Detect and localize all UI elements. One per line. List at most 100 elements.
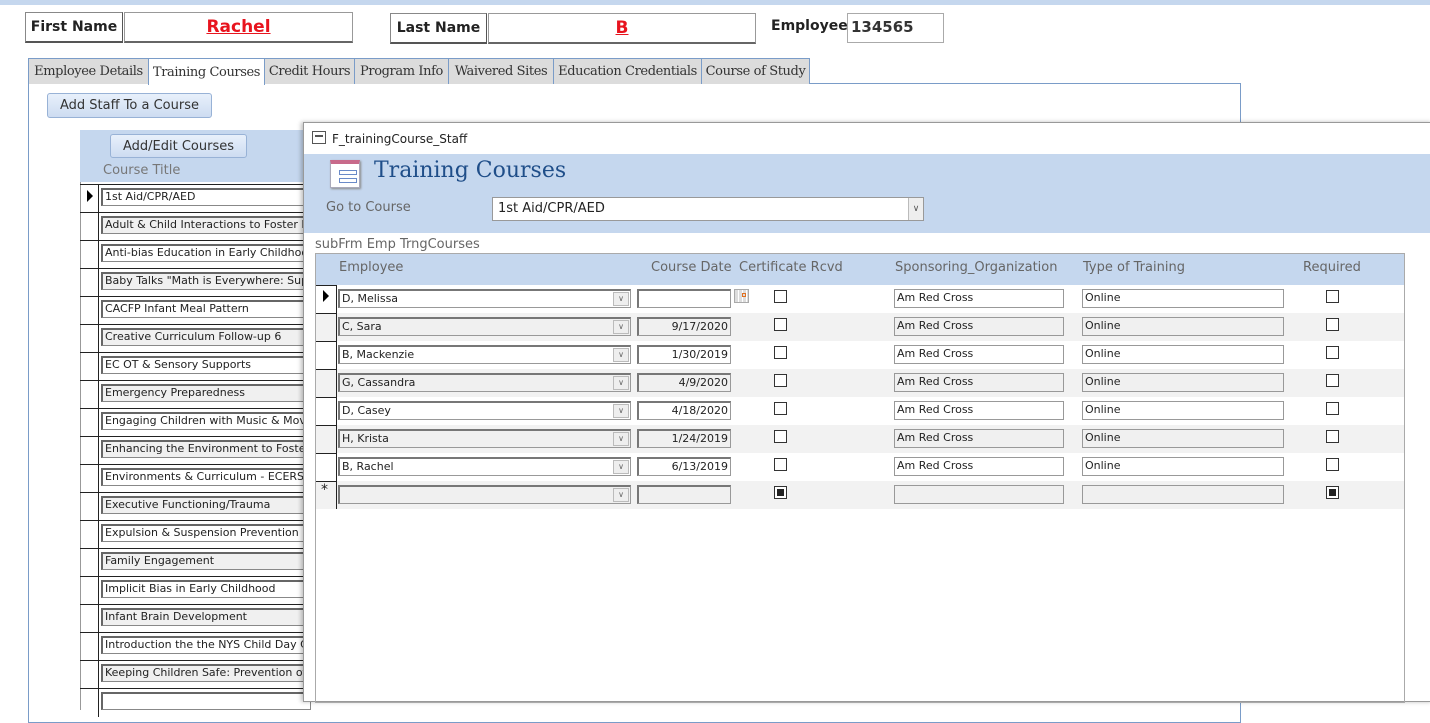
record-selector[interactable] [316,425,337,453]
table-row[interactable]: C, Sara ∨ 9/17/2020 Am Red Cross Online [316,313,1404,341]
employee-id-field[interactable]: 134565 [847,13,944,43]
course-title-field[interactable]: Baby Talks "Math is Everywhere: Supporti… [101,272,311,290]
record-selector[interactable]: * [316,481,337,509]
sponsoring-organization-field[interactable]: Am Red Cross [894,289,1064,308]
chevron-down-icon[interactable]: ∨ [613,320,629,334]
record-selector[interactable] [80,213,99,241]
employee-combo[interactable]: B, Mackenzie ∨ [338,345,631,364]
course-row[interactable]: Engaging Children with Music & Movement [80,408,311,437]
record-selector[interactable] [80,549,99,577]
tab-credit-hours[interactable]: Credit Hours [264,58,355,84]
tab-education-credentials[interactable]: Education Credentials [553,58,702,84]
course-row[interactable]: Family Engagement [80,548,311,577]
type-of-training-field[interactable]: Online [1082,373,1284,392]
new-record-row[interactable]: * ∨ [316,481,1404,509]
required-checkbox[interactable] [1326,430,1339,443]
tab-program-info[interactable]: Program Info [354,58,449,84]
table-row[interactable]: B, Rachel ∨ 6/13/2019 Am Red Cross Online [316,453,1404,481]
course-title-field[interactable]: Executive Functioning/Trauma [101,496,311,514]
employee-combo[interactable]: G, Cassandra ∨ [338,373,631,392]
add-staff-to-course-button[interactable]: Add Staff To a Course [47,93,212,118]
record-selector[interactable] [316,313,337,341]
course-row[interactable]: Introduction the the NYS Child Day Care [80,632,311,661]
course-row[interactable]: Baby Talks "Math is Everywhere: Supporti… [80,268,311,297]
course-row[interactable]: 1st Aid/CPR/AED [80,184,311,213]
chevron-down-icon[interactable]: ∨ [613,292,629,306]
course-title-field[interactable] [101,692,311,710]
record-selector[interactable] [80,353,99,381]
course-date-field[interactable]: 6/13/2019 [637,457,731,476]
tab-training-courses[interactable]: Training Courses [148,58,265,85]
course-row[interactable]: CACFP Infant Meal Pattern [80,296,311,325]
sponsoring-organization-field[interactable]: Am Red Cross [894,373,1064,392]
table-row[interactable]: H, Krista ∨ 1/24/2019 Am Red Cross Online [316,425,1404,453]
record-selector[interactable] [80,493,99,521]
tab-course-of-study[interactable]: Course of Study [701,58,810,84]
record-selector[interactable] [80,605,99,633]
required-checkbox[interactable] [1326,346,1339,359]
record-selector[interactable] [80,409,99,437]
chevron-down-icon[interactable]: ∨ [613,348,629,362]
record-selector[interactable] [80,661,99,689]
chevron-down-icon[interactable]: ∨ [613,404,629,418]
sponsoring-organization-field[interactable]: Am Red Cross [894,317,1064,336]
employee-combo[interactable]: B, Rachel ∨ [338,457,631,476]
type-of-training-field[interactable]: Online [1082,317,1284,336]
required-checkbox[interactable] [1326,486,1339,499]
certificate-rcvd-checkbox[interactable] [774,374,787,387]
course-row[interactable]: Implicit Bias in Early Childhood [80,576,311,605]
type-of-training-field[interactable]: Online [1082,345,1284,364]
course-date-field[interactable]: 4/18/2020 [637,401,731,420]
course-row[interactable]: Executive Functioning/Trauma [80,492,311,521]
last-name-field[interactable]: B [488,13,756,44]
course-title-field[interactable]: Introduction the the NYS Child Day Care [101,636,311,654]
record-selector[interactable] [316,453,337,481]
record-selector[interactable] [80,465,99,493]
course-title-field[interactable]: Adult & Child Interactions to Foster Exe… [101,216,311,234]
record-selector[interactable] [316,369,337,397]
employee-combo[interactable]: D, Casey ∨ [338,401,631,420]
course-title-field[interactable]: Family Engagement [101,552,311,570]
required-checkbox[interactable] [1326,318,1339,331]
course-title-field[interactable]: CACFP Infant Meal Pattern [101,300,311,318]
course-title-field[interactable]: Expulsion & Suspension Prevention S [101,524,311,542]
course-row[interactable]: Enhancing the Environment to Foster [80,436,311,465]
table-row[interactable]: D, Melissa ∨ Am Red Cross Online [316,285,1404,313]
course-row[interactable]: Emergency Preparedness [80,380,311,409]
table-row[interactable]: B, Mackenzie ∨ 1/30/2019 Am Red Cross Onl… [316,341,1404,369]
type-of-training-field[interactable]: Online [1082,429,1284,448]
calendar-icon[interactable] [734,289,749,303]
type-of-training-field[interactable]: Online [1082,401,1284,420]
sponsoring-organization-field[interactable]: Am Red Cross [894,401,1064,420]
course-title-field[interactable]: Creative Curriculum Follow-up 6 [101,328,311,346]
course-date-field[interactable]: 1/30/2019 [637,345,731,364]
tab-waivered-sites[interactable]: Waivered Sites [448,58,554,84]
record-selector[interactable] [80,297,99,325]
course-title-field[interactable]: Implicit Bias in Early Childhood [101,580,311,598]
course-row[interactable] [80,688,311,717]
course-row[interactable]: Infant Brain Development [80,604,311,633]
chevron-down-icon[interactable]: ∨ [613,460,629,474]
record-selector[interactable] [80,381,99,409]
required-checkbox[interactable] [1326,290,1339,303]
required-checkbox[interactable] [1326,458,1339,471]
record-selector[interactable] [80,633,99,661]
certificate-rcvd-checkbox[interactable] [774,430,787,443]
course-row[interactable]: Anti-bias Education in Early Childhood [80,240,311,269]
certificate-rcvd-checkbox[interactable] [774,458,787,471]
course-row[interactable]: EC OT & Sensory Supports [80,352,311,381]
course-row[interactable]: Expulsion & Suspension Prevention S [80,520,311,549]
course-row[interactable]: Keeping Children Safe: Prevention of [80,660,311,689]
employee-combo[interactable]: C, Sara ∨ [338,317,631,336]
table-row[interactable]: D, Casey ∨ 4/18/2020 Am Red Cross Online [316,397,1404,425]
record-selector[interactable] [80,325,99,353]
course-title-field[interactable]: Infant Brain Development [101,608,311,626]
record-selector[interactable] [80,521,99,549]
sponsoring-organization-field[interactable]: Am Red Cross [894,457,1064,476]
employee-combo[interactable]: D, Melissa ∨ [338,289,631,308]
required-checkbox[interactable] [1326,374,1339,387]
first-name-field[interactable]: Rachel [124,12,353,43]
certificate-rcvd-checkbox[interactable] [774,290,787,303]
record-selector[interactable] [80,577,99,605]
required-checkbox[interactable] [1326,402,1339,415]
